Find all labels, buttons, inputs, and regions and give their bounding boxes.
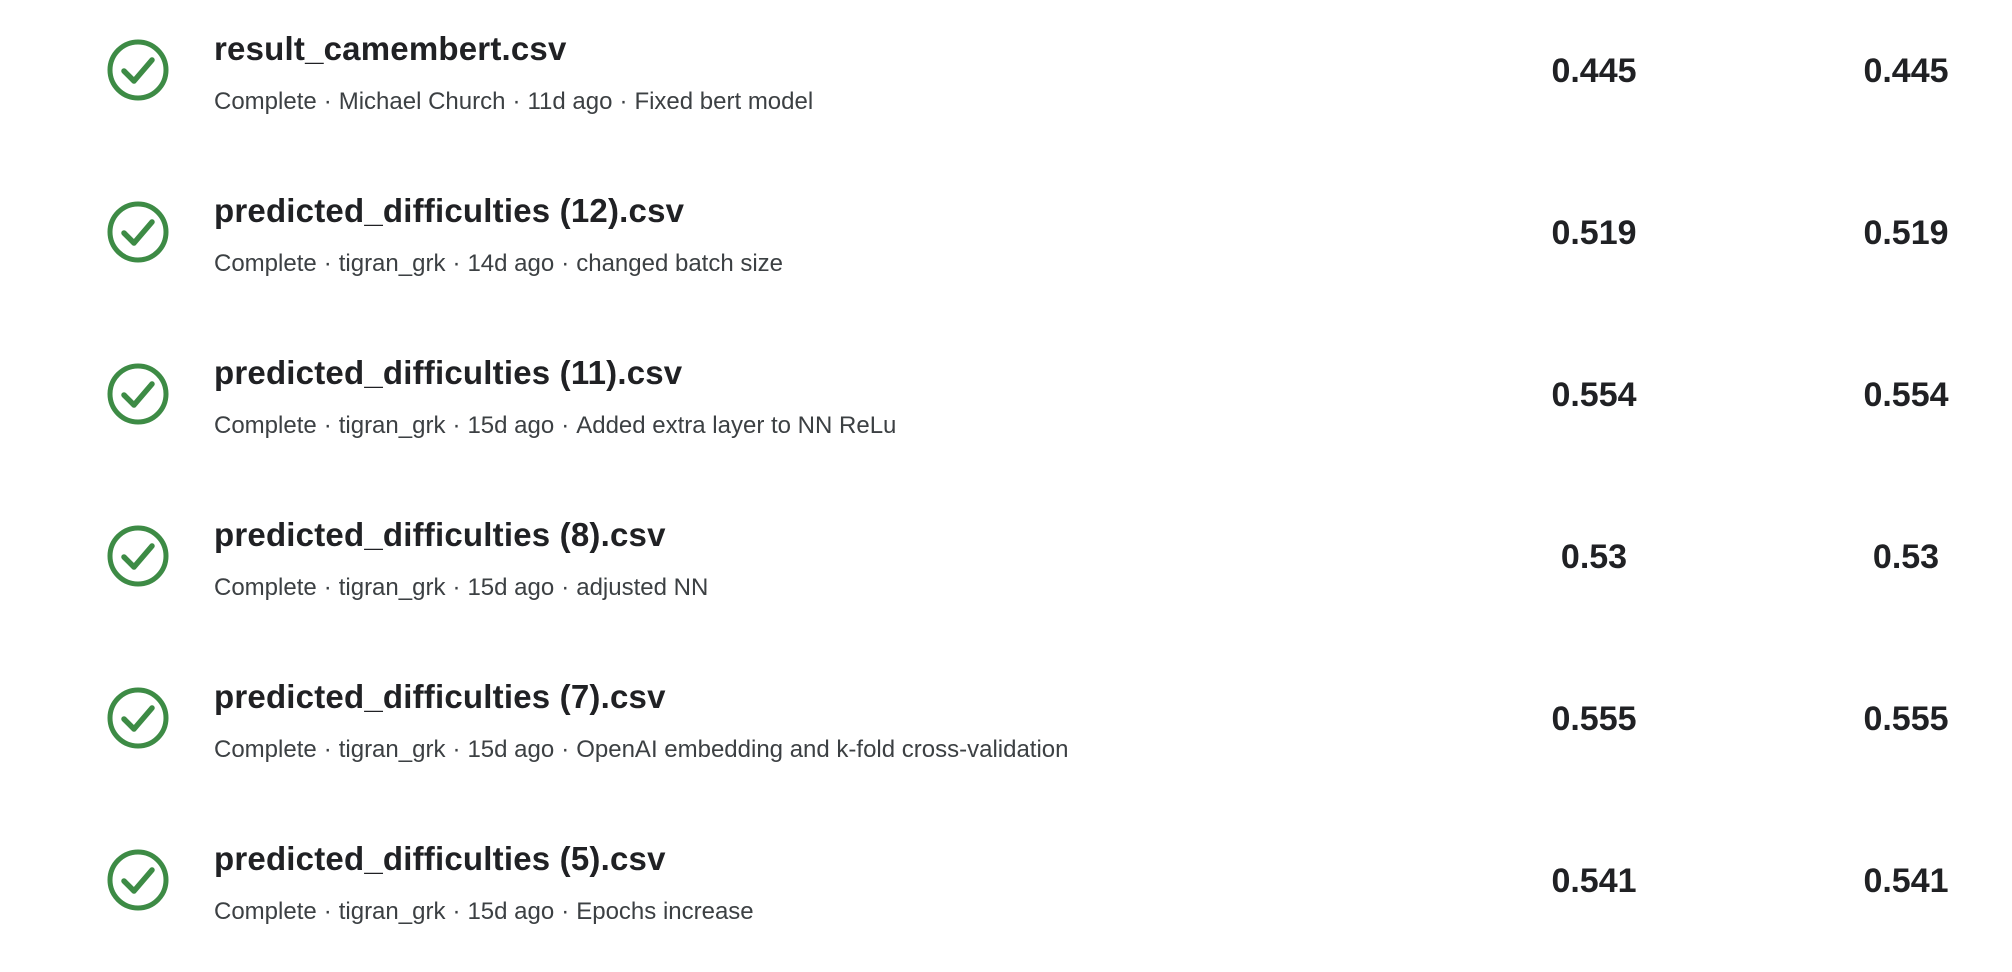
submission-row[interactable]: predicted_difficulties (5).csv Complete ·… xyxy=(0,810,2012,972)
submission-age: 15d ago xyxy=(467,574,555,601)
submission-meta: Complete · tigran_grk · 14d ago · changed batc… xyxy=(214,250,784,277)
status-text: Complete xyxy=(214,898,317,925)
check-circle-icon xyxy=(106,848,170,912)
private-score: 0.53 xyxy=(1560,538,1628,576)
submission-file-name[interactable]: predicted_difficulties (11).csv xyxy=(214,354,682,392)
status-text: Complete xyxy=(214,736,317,763)
submission-meta: Complete · tigran_grk · 15d ago · Added extra … xyxy=(214,412,897,439)
status-text: Complete xyxy=(214,250,317,277)
submission-age: 15d ago xyxy=(467,898,555,925)
author-link[interactable]: Michael Church xyxy=(339,88,506,115)
submission-row[interactable]: predicted_difficulties (12).csv Complete… xyxy=(0,162,2012,324)
submission-age: 11d ago xyxy=(527,88,613,115)
submission-row[interactable]: predicted_difficulties (7).csv Complete ·… xyxy=(0,648,2012,810)
submission-row[interactable]: predicted_difficulties (8).csv Complete ·… xyxy=(0,486,2012,648)
status-text: Complete xyxy=(214,574,317,601)
submission-meta: Complete · tigran_grk · 15d ago · Epochs incre… xyxy=(214,898,754,925)
author-link[interactable]: tigran_grk xyxy=(339,898,446,925)
submission-age: 15d ago xyxy=(467,736,555,763)
submission-description: changed batch size xyxy=(576,250,784,277)
author-link[interactable]: tigran_grk xyxy=(339,574,446,601)
submission-description: Epochs increase xyxy=(576,898,754,925)
submission-row[interactable]: result_camembert.csv Complete · Michael Ch… xyxy=(0,0,2012,162)
private-score: 0.541 xyxy=(1551,862,1637,900)
submission-row[interactable]: predicted_difficulties (11).csv Complete… xyxy=(0,324,2012,486)
public-score: 0.445 xyxy=(1863,52,1949,90)
check-circle-icon xyxy=(106,362,170,426)
public-score: 0.519 xyxy=(1863,214,1949,252)
submission-meta: Complete · Michael Church · 11d ago · Fixed be… xyxy=(214,88,814,115)
check-circle-icon xyxy=(106,686,170,750)
public-score: 0.541 xyxy=(1863,862,1949,900)
private-score: 0.519 xyxy=(1551,214,1637,252)
check-circle-icon xyxy=(106,200,170,264)
submission-list: result_camembert.csv Complete · Michael Ch… xyxy=(0,0,2012,962)
submission-file-name[interactable]: result_camembert.csv xyxy=(214,30,567,68)
submission-description: adjusted NN xyxy=(576,574,709,601)
submission-age: 15d ago xyxy=(467,412,555,439)
author-link[interactable]: tigran_grk xyxy=(339,412,446,439)
public-score: 0.53 xyxy=(1872,538,1940,576)
submission-description: Fixed bert model xyxy=(634,88,814,115)
submission-file-name[interactable]: predicted_difficulties (7).csv xyxy=(214,678,666,716)
submission-file-name[interactable]: predicted_difficulties (8).csv xyxy=(214,516,666,554)
submission-description: OpenAI embedding and k-fold cross-valida… xyxy=(576,736,1069,763)
private-score: 0.554 xyxy=(1551,376,1637,414)
private-score: 0.445 xyxy=(1551,52,1637,90)
check-circle-icon xyxy=(106,524,170,588)
submission-file-name[interactable]: predicted_difficulties (12).csv xyxy=(214,192,684,230)
author-link[interactable]: tigran_grk xyxy=(339,736,446,763)
public-score: 0.555 xyxy=(1863,700,1949,738)
submission-meta: Complete · tigran_grk · 15d ago · adjusted NN xyxy=(214,574,709,601)
submission-age: 14d ago xyxy=(467,250,555,277)
status-text: Complete xyxy=(214,88,317,115)
submission-description: Added extra layer to NN ReLu xyxy=(576,412,897,439)
private-score: 0.555 xyxy=(1551,700,1637,738)
status-text: Complete xyxy=(214,412,317,439)
check-circle-icon xyxy=(106,38,170,102)
author-link[interactable]: tigran_grk xyxy=(339,250,446,277)
submission-file-name[interactable]: predicted_difficulties (5).csv xyxy=(214,840,666,878)
submission-meta: Complete · tigran_grk · 15d ago · OpenAI embed… xyxy=(214,736,1069,763)
public-score: 0.554 xyxy=(1863,376,1949,414)
